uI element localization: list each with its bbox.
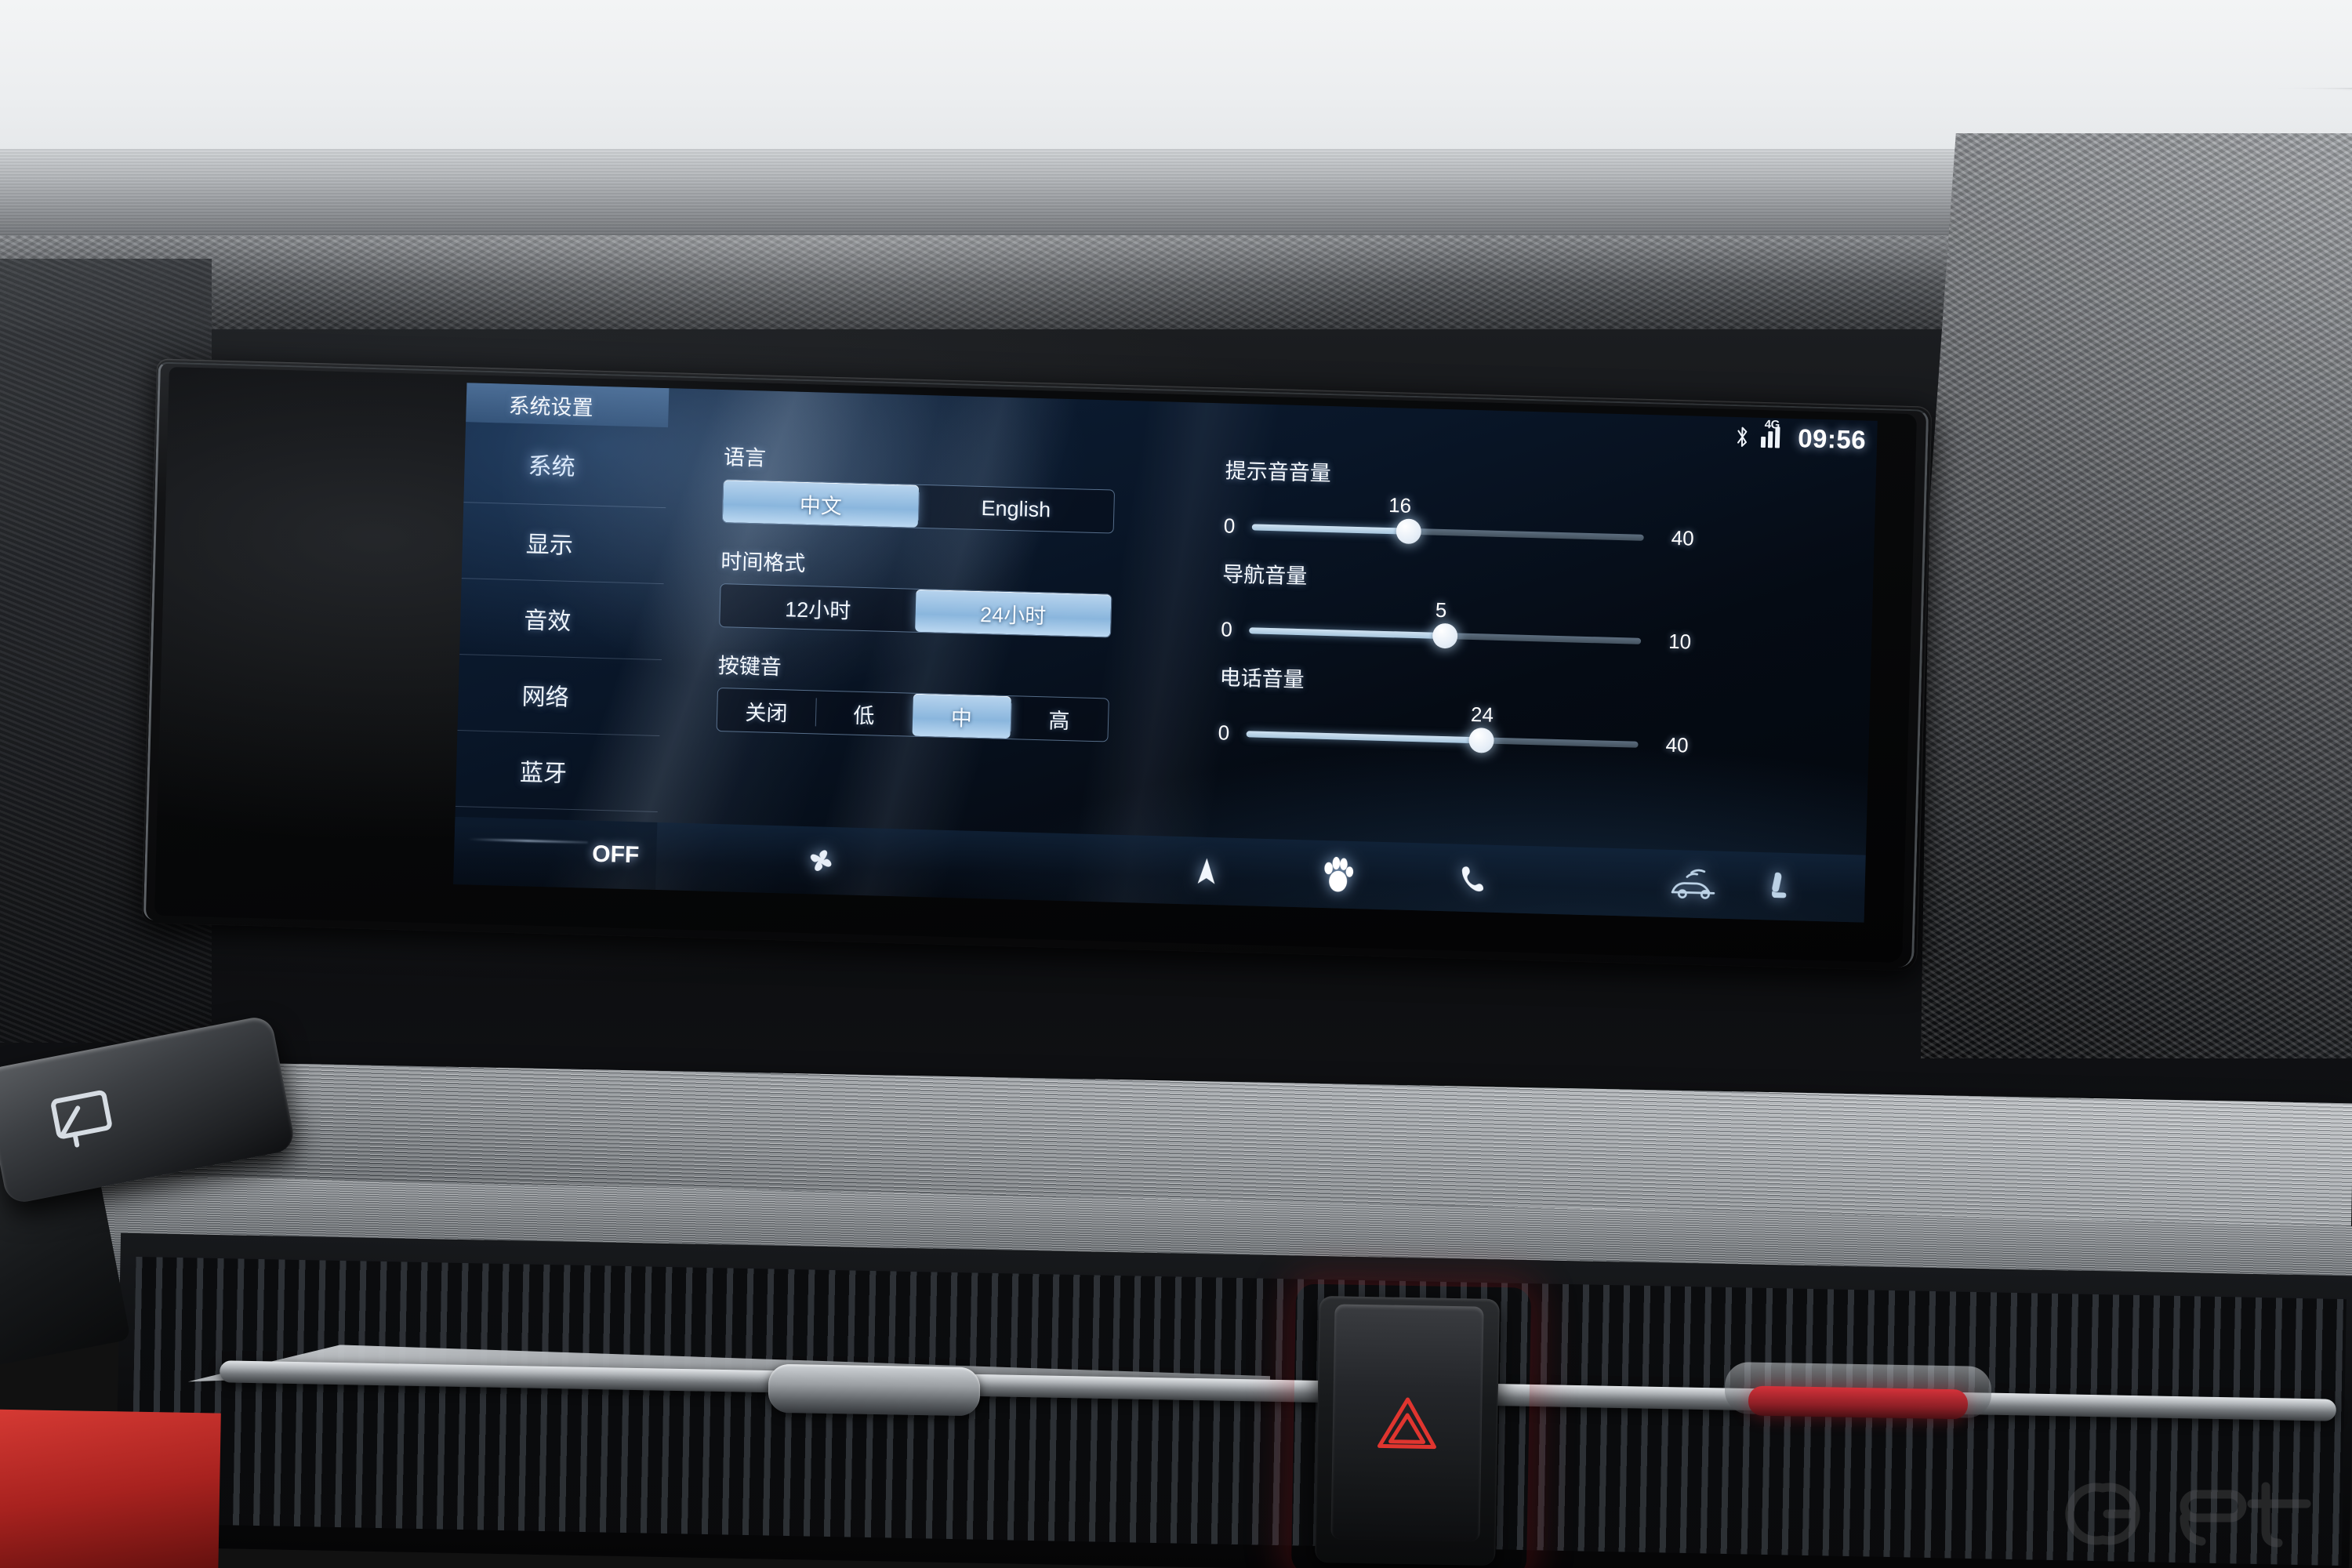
air-vent-adjuster-center[interactable]: [768, 1363, 981, 1417]
option-label: 低: [853, 703, 875, 728]
hazard-triangle-icon: [1376, 1396, 1438, 1450]
red-interior-accent: [0, 1409, 221, 1568]
infotainment-screen-bezel: 4G 09:56 系统设置 系统 显示 音效 网络 蓝牙 语言 中文 Engli…: [141, 358, 1933, 971]
sidebar-item-network[interactable]: 网络: [457, 655, 662, 737]
track-fill: [1246, 730, 1482, 743]
settings-column-left: 语言 中文 English 时间格式 12小时 24小时 按键音 关闭 低 中 …: [656, 427, 1169, 864]
language-option-chinese[interactable]: 中文: [722, 480, 920, 528]
sidebar-item-bluetooth[interactable]: 蓝牙: [455, 731, 660, 812]
paw-print-icon[interactable]: [1314, 851, 1363, 898]
track-fill: [1249, 626, 1446, 639]
key-tone-option-medium[interactable]: 中: [912, 693, 1011, 739]
settings-content: 语言 中文 English 时间格式 12小时 24小时 按键音 关闭 低 中 …: [656, 427, 1876, 884]
alert-volume-value: 16: [1388, 493, 1412, 517]
sidebar-item-system[interactable]: 系统: [463, 422, 669, 509]
car-interior-photo: 4G 09:56 系统设置 系统 显示 音效 网络 蓝牙 语言 中文 Engli…: [0, 0, 2352, 1568]
yiche-watermark: [2046, 1472, 2336, 1555]
key-tone-label: 按键音: [717, 654, 782, 680]
seat-icon[interactable]: [1753, 863, 1802, 910]
signal-bars-icon: 4G: [1760, 418, 1788, 448]
time-format-label: 时间格式: [720, 550, 806, 575]
car-icon[interactable]: [1657, 861, 1731, 908]
navigation-volume-value: 5: [1435, 597, 1447, 622]
navigation-icon[interactable]: [1182, 848, 1231, 895]
sidebar-item-sound[interactable]: 音效: [459, 579, 664, 661]
page-title: 系统设置: [466, 383, 670, 428]
key-tone-option-low[interactable]: 低: [815, 691, 913, 735]
language-label: 语言: [723, 445, 767, 470]
hazard-warning-button[interactable]: [1330, 1304, 1484, 1542]
dashboard-right-panel: [1921, 133, 2352, 1058]
sidebar-item-label: 显示: [525, 532, 574, 559]
alert-volume-track[interactable]: [1251, 517, 1644, 544]
navigation-volume-knob[interactable]: [1432, 622, 1458, 648]
phone-volume-max: 40: [1665, 732, 1689, 757]
phone-volume-block: 电话音量 24 0 40: [1218, 660, 1783, 760]
phone-volume-knob[interactable]: [1468, 727, 1495, 753]
navigation-volume-min: 0: [1220, 617, 1233, 641]
sidebar-item-label: 音效: [523, 608, 572, 635]
language-option-english[interactable]: English: [918, 485, 1114, 533]
key-tone-option-off[interactable]: 关闭: [717, 688, 816, 733]
time-format-segmented-control[interactable]: 12小时 24小时: [719, 583, 1112, 638]
navigation-volume-track[interactable]: [1249, 622, 1642, 648]
option-label: 12小时: [784, 597, 851, 623]
clock: 09:56: [1797, 423, 1867, 455]
sidebar-item-label: 系统: [528, 453, 576, 481]
time-format-option-12h[interactable]: 12小时: [720, 584, 916, 632]
sidebar-item-label: 蓝牙: [519, 760, 568, 787]
phone-volume-value: 24: [1470, 702, 1494, 727]
option-label: English: [981, 495, 1051, 521]
language-segmented-control[interactable]: 中文 English: [721, 479, 1116, 534]
navigation-volume-max: 10: [1668, 629, 1692, 654]
navigation-volume-block: 导航音量 5 0 10: [1221, 557, 1786, 656]
time-format-option-24h[interactable]: 24小时: [915, 589, 1112, 637]
settings-column-right: 提示音音量 16 0 40 导航音量 5 0 10 电话音量 24 0 40: [1158, 441, 1788, 880]
alert-volume-max: 40: [1671, 525, 1695, 550]
track-fill: [1251, 523, 1409, 535]
alert-volume-min: 0: [1223, 514, 1236, 538]
option-label: 24小时: [979, 602, 1047, 628]
bluetooth-icon: [1734, 425, 1751, 449]
climate-status-label: OFF: [591, 840, 640, 869]
network-type-label: 4G: [1764, 417, 1780, 432]
infotainment-screen[interactable]: 4G 09:56 系统设置 系统 显示 音效 网络 蓝牙 语言 中文 Engli…: [154, 366, 1918, 963]
sidebar-item-display[interactable]: 显示: [461, 503, 666, 585]
alert-volume-knob[interactable]: [1396, 517, 1422, 544]
phone-volume-min: 0: [1218, 720, 1230, 745]
phone-icon[interactable]: [1447, 855, 1496, 902]
option-label: 关闭: [745, 700, 788, 725]
air-vent-red-accent: [1748, 1385, 1969, 1420]
key-tone-segmented-control[interactable]: 关闭 低 中 高: [716, 687, 1109, 742]
status-bar: 4G 09:56: [1734, 418, 1867, 457]
key-tone-option-high[interactable]: 高: [1010, 696, 1109, 741]
option-label: 中文: [799, 493, 843, 518]
phone-volume-track[interactable]: [1246, 727, 1639, 753]
fan-icon[interactable]: [797, 837, 845, 884]
climate-status-button[interactable]: OFF: [453, 816, 658, 890]
option-label: 高: [1047, 708, 1070, 733]
option-label: 中: [950, 706, 973, 731]
alert-volume-block: 提示音音量 16 0 40: [1223, 453, 1788, 553]
system-settings-app[interactable]: 4G 09:56 系统设置 系统 显示 音效 网络 蓝牙 语言 中文 Engli…: [453, 383, 1878, 923]
sidebar-item-label: 网络: [521, 684, 570, 711]
sidebar: 系统设置 系统 显示 音效 网络 蓝牙: [453, 383, 670, 890]
